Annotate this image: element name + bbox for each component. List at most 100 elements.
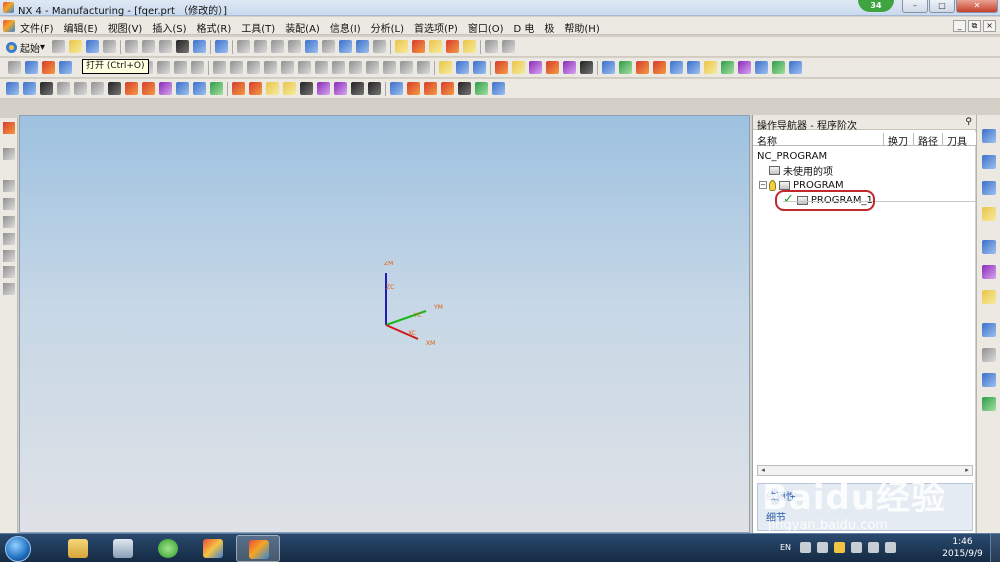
machine-view-icon[interactable] bbox=[230, 61, 243, 74]
create-tool-icon[interactable] bbox=[298, 61, 311, 74]
menu-window[interactable]: 窗口(O) bbox=[468, 20, 504, 35]
line-tool-icon[interactable] bbox=[3, 180, 15, 192]
color-icon[interactable] bbox=[619, 61, 632, 74]
sketch-icon[interactable] bbox=[475, 82, 488, 95]
menu-view[interactable]: 视图(V) bbox=[108, 20, 143, 35]
render-icon-2[interactable] bbox=[512, 61, 525, 74]
snap-end-icon[interactable] bbox=[429, 40, 442, 53]
line-tool-icon-2[interactable] bbox=[3, 198, 15, 210]
translucency-icon[interactable] bbox=[636, 61, 649, 74]
select-icon[interactable] bbox=[215, 40, 228, 53]
cam-icon-3[interactable] bbox=[42, 61, 55, 74]
col-path[interactable]: 路径 bbox=[913, 133, 942, 148]
machine-tool-tab-icon[interactable] bbox=[982, 155, 996, 169]
close-button[interactable]: ✕ bbox=[956, 0, 998, 13]
graphics-viewport[interactable]: ZM ZC YM YC XC XM bbox=[19, 115, 750, 533]
shade-icon-3[interactable] bbox=[266, 82, 279, 95]
create-program-icon[interactable] bbox=[281, 61, 294, 74]
curve-tool-icon[interactable] bbox=[3, 216, 15, 228]
snap-center-icon[interactable] bbox=[463, 40, 476, 53]
show-all-icon[interactable] bbox=[721, 61, 734, 74]
maximize-button[interactable]: □ bbox=[929, 0, 955, 13]
op-icon-2[interactable] bbox=[23, 82, 36, 95]
op-icon-6[interactable] bbox=[176, 82, 189, 95]
method-view-icon[interactable] bbox=[264, 61, 277, 74]
cam-icon-1[interactable] bbox=[8, 61, 21, 74]
disp-del-icon[interactable] bbox=[91, 82, 104, 95]
wcs-icon[interactable] bbox=[738, 61, 751, 74]
menu-extra[interactable]: 极 bbox=[544, 20, 554, 35]
plus-tool-icon[interactable] bbox=[3, 283, 15, 295]
op-icon-3[interactable] bbox=[40, 82, 53, 95]
taskbar-paint[interactable] bbox=[191, 535, 235, 562]
leaf-icon[interactable] bbox=[772, 61, 785, 74]
create-method-icon[interactable] bbox=[332, 61, 345, 74]
volume-icon[interactable] bbox=[885, 542, 896, 553]
disp-vars-icon[interactable] bbox=[74, 82, 87, 95]
view-2d-icon[interactable] bbox=[407, 82, 420, 95]
security-icon[interactable] bbox=[834, 542, 845, 553]
shade-icon-1[interactable] bbox=[232, 82, 245, 95]
render-icon-3[interactable] bbox=[529, 61, 542, 74]
doc-close-button[interactable]: × bbox=[983, 20, 996, 32]
create-operation-icon[interactable] bbox=[349, 61, 362, 74]
pan-icon[interactable] bbox=[288, 40, 301, 53]
taskbar-sync[interactable] bbox=[146, 535, 190, 562]
shaded-icon[interactable] bbox=[339, 40, 352, 53]
copy-icon[interactable] bbox=[142, 40, 155, 53]
next-icon[interactable] bbox=[210, 82, 223, 95]
process-studio-tab-icon[interactable] bbox=[982, 373, 996, 387]
open-file-icon[interactable] bbox=[69, 40, 82, 53]
menu-electrical[interactable]: D 电 bbox=[514, 20, 535, 35]
operation-navigator-tab-icon[interactable] bbox=[982, 129, 996, 143]
show-hide-icon[interactable] bbox=[670, 61, 683, 74]
menu-format[interactable]: 格式(R) bbox=[197, 20, 232, 35]
render-icon-5[interactable] bbox=[563, 61, 576, 74]
geometry-view-icon[interactable] bbox=[247, 61, 260, 74]
network-icon[interactable] bbox=[868, 542, 879, 553]
invert-icon[interactable] bbox=[704, 61, 717, 74]
language-indicator[interactable]: EN bbox=[780, 543, 791, 552]
cam-edit-icon[interactable] bbox=[366, 61, 379, 74]
cam-cut-icon[interactable] bbox=[383, 61, 396, 74]
shop-docs-icon[interactable] bbox=[456, 61, 469, 74]
assembly-navigator-tab-icon[interactable] bbox=[982, 181, 996, 195]
taskbar-nx[interactable] bbox=[236, 535, 280, 562]
verify-path-icon[interactable] bbox=[191, 61, 204, 74]
menu-help[interactable]: 帮助(H) bbox=[564, 20, 599, 35]
edge-display-icon[interactable] bbox=[653, 61, 666, 74]
list-path-icon[interactable] bbox=[174, 61, 187, 74]
op-icon-1[interactable] bbox=[6, 82, 19, 95]
render-icon-4[interactable] bbox=[546, 61, 559, 74]
col-tool-change[interactable]: 换刀 bbox=[883, 133, 913, 148]
doc-restore-button[interactable]: ⧉ bbox=[968, 20, 981, 32]
selection-filter-icon[interactable] bbox=[412, 40, 425, 53]
view-orient-icon[interactable] bbox=[356, 40, 369, 53]
circle-tool-icon-2[interactable] bbox=[3, 266, 15, 278]
render-icon-6[interactable] bbox=[580, 61, 593, 74]
rotate-icon[interactable] bbox=[305, 40, 318, 53]
part-navigator-tab-icon[interactable] bbox=[982, 207, 996, 221]
info-tab-icon[interactable] bbox=[982, 348, 996, 362]
left-tool-icon-1[interactable] bbox=[3, 122, 15, 134]
save-icon[interactable] bbox=[86, 40, 99, 53]
tree-row-root[interactable]: NC_PROGRAM bbox=[757, 149, 827, 163]
drafting-icon[interactable] bbox=[424, 82, 437, 95]
menu-insert[interactable]: 插入(S) bbox=[152, 20, 186, 35]
measure-icon[interactable] bbox=[502, 40, 515, 53]
perspective-icon[interactable] bbox=[322, 40, 335, 53]
show-desktop-button[interactable] bbox=[990, 534, 1000, 562]
collapse-icon[interactable]: − bbox=[759, 181, 767, 189]
pin-icon[interactable]: ⚲ bbox=[965, 117, 972, 127]
web-browser-tab-icon[interactable] bbox=[982, 240, 996, 254]
shade-icon-5[interactable] bbox=[300, 82, 313, 95]
history-tab-icon[interactable] bbox=[982, 323, 996, 337]
cam-paste-icon[interactable] bbox=[417, 61, 430, 74]
clock[interactable]: 1:46 2015/9/9 bbox=[935, 536, 990, 560]
menu-edit[interactable]: 编辑(E) bbox=[64, 20, 98, 35]
start-orb-icon[interactable] bbox=[5, 536, 31, 562]
menu-information[interactable]: 信息(I) bbox=[330, 20, 361, 35]
keyboard-icon[interactable] bbox=[800, 542, 811, 553]
tray-arrow-icon[interactable] bbox=[817, 542, 828, 553]
shade-icon-8[interactable] bbox=[351, 82, 364, 95]
